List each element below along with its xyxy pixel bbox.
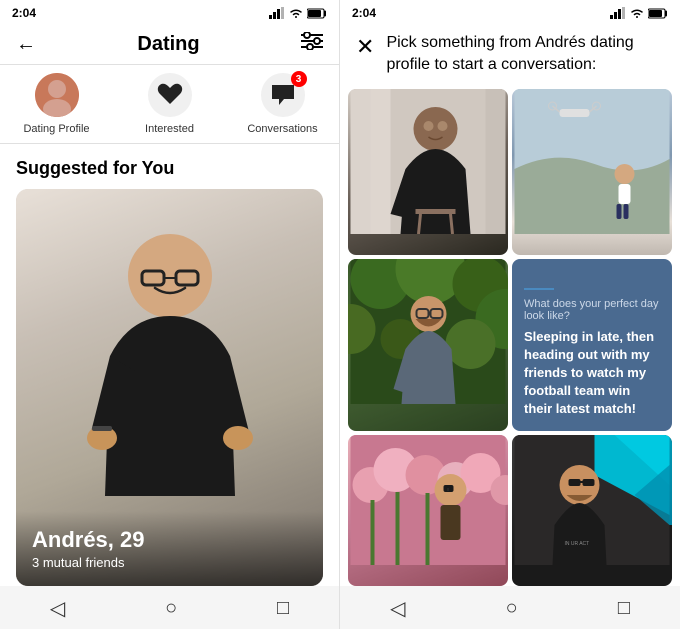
avatar-icon (35, 73, 79, 117)
right-recents-nav-icon[interactable]: □ (618, 597, 630, 620)
left-status-bar: 2:04 (0, 0, 339, 24)
right-battery-icon (648, 8, 668, 19)
photo-4-question: What does your perfect day look like? (524, 298, 660, 322)
tab-conversations-label: Conversations (247, 123, 317, 135)
heart-icon (157, 83, 183, 107)
right-bottom-nav: ◁ ○ □ (340, 586, 680, 629)
photo-4-answer: Sleeping in late, then heading out with … (524, 328, 660, 419)
grid-item-3[interactable] (348, 259, 508, 430)
profile-card[interactable]: Andrés, 29 3 mutual friends (16, 189, 323, 586)
close-button[interactable]: ✕ (356, 34, 374, 60)
left-status-icons (269, 7, 327, 19)
nav-tabs: Dating Profile Interested 3 (0, 65, 339, 144)
filter-icon (301, 32, 323, 50)
tab-interested[interactable]: Interested (113, 73, 226, 143)
right-signal-icon (610, 7, 626, 19)
chat-icon (270, 83, 296, 107)
right-status-icons (610, 7, 668, 19)
photo-6: IN UR ACT (512, 435, 672, 586)
tab-dating-profile[interactable]: Dating Profile (0, 73, 113, 143)
tab-interested-label: Interested (145, 123, 194, 135)
right-back-nav-icon[interactable]: ◁ (390, 596, 405, 621)
accent-line (524, 288, 554, 290)
recents-nav-icon[interactable]: □ (277, 597, 289, 620)
heart-icon-bg (148, 73, 192, 117)
left-status-time: 2:04 (12, 6, 36, 20)
right-panel: 2:04 ✕ Pick something from Andrés dating (340, 0, 680, 629)
dating-profile-icon (35, 73, 79, 117)
home-nav-icon[interactable]: ○ (165, 597, 177, 620)
battery-icon (307, 8, 327, 19)
photo-grid: What does your perfect day look like? Sl… (340, 89, 680, 586)
header-title: Dating (137, 33, 199, 56)
left-panel: 2:04 ← Dating (0, 0, 340, 629)
conversations-icon-container: 3 (261, 73, 305, 117)
photo-3 (348, 259, 508, 430)
right-header: ✕ Pick something from Andrés dating prof… (340, 24, 680, 89)
interested-icon-container (148, 73, 192, 117)
right-header-text: Pick something from Andrés dating profil… (386, 32, 664, 77)
grid-item-6[interactable]: IN UR ACT (512, 435, 672, 586)
grid-item-5[interactable] (348, 435, 508, 586)
photo-5 (348, 435, 508, 586)
back-nav-icon[interactable]: ◁ (50, 596, 65, 621)
grid-item-4[interactable]: What does your perfect day look like? Sl… (512, 259, 672, 430)
photo-2 (512, 89, 672, 255)
left-header: ← Dating (0, 24, 339, 65)
back-button[interactable]: ← (16, 33, 36, 56)
conversations-badge: 3 (291, 71, 307, 87)
chat-icon-bg: 3 (261, 73, 305, 117)
tab-conversations[interactable]: 3 Conversations (226, 73, 339, 143)
signal-icon (269, 7, 285, 19)
grid-item-2[interactable] (512, 89, 672, 255)
grid-item-1[interactable] (348, 89, 508, 255)
right-status-time: 2:04 (352, 6, 376, 20)
section-title: Suggested for You (0, 144, 339, 189)
person-silhouette (70, 216, 270, 536)
profile-name: Andrés, 29 (32, 527, 307, 553)
photo-1 (348, 89, 508, 255)
filter-button[interactable] (301, 32, 323, 56)
svg-text:IN UR ACT: IN UR ACT (565, 541, 590, 547)
tab-dating-profile-label: Dating Profile (23, 123, 89, 135)
profile-info-overlay: Andrés, 29 3 mutual friends (16, 511, 323, 586)
right-status-bar: 2:04 (340, 0, 680, 24)
right-home-nav-icon[interactable]: ○ (506, 597, 518, 620)
profile-mutual-friends: 3 mutual friends (32, 555, 307, 570)
left-bottom-nav: ◁ ○ □ (0, 586, 339, 629)
wifi-icon (289, 7, 303, 19)
right-wifi-icon (630, 7, 644, 19)
